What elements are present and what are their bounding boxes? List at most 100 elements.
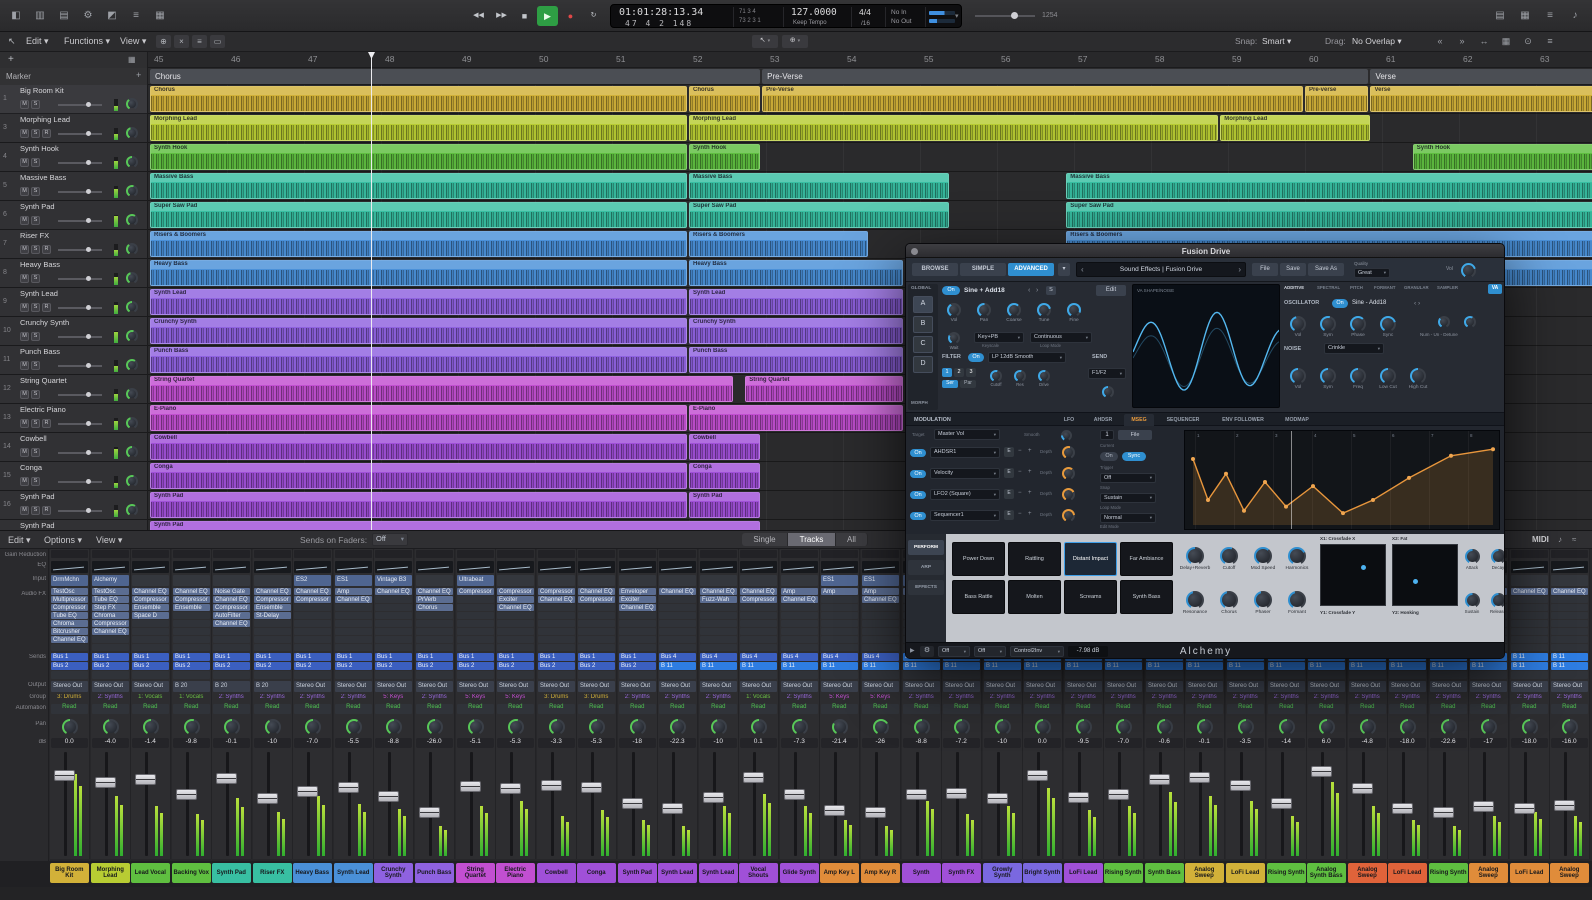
side-tab-effects[interactable]: EFFECTS bbox=[908, 580, 944, 595]
pan-knob[interactable] bbox=[549, 719, 565, 735]
source-on-button[interactable]: On bbox=[942, 286, 960, 295]
send-slot[interactable]: B 11 bbox=[740, 662, 777, 670]
mixer-menu-edit[interactable]: Edit ▾ bbox=[8, 535, 31, 545]
audio-fx-slot[interactable] bbox=[578, 620, 615, 627]
strip-name-19[interactable]: Glide Synth bbox=[780, 863, 819, 883]
send-slot[interactable]: B 11 bbox=[659, 662, 696, 670]
pan-knob[interactable] bbox=[1319, 719, 1335, 735]
smart-controls-icon[interactable]: ◩ bbox=[102, 7, 122, 25]
audio-fx-slot[interactable] bbox=[821, 612, 858, 619]
audio-fx-slot[interactable] bbox=[375, 636, 412, 643]
fader-handle[interactable] bbox=[541, 780, 562, 791]
audio-fx-slot[interactable] bbox=[375, 612, 412, 619]
group-slot[interactable]: 2: Synths bbox=[781, 694, 818, 703]
output-slot[interactable]: Stereo Out bbox=[132, 681, 169, 692]
input-slot[interactable] bbox=[1551, 575, 1588, 586]
noise-knob-freq[interactable] bbox=[1350, 368, 1366, 384]
audio-fx-slot[interactable] bbox=[862, 620, 899, 627]
track-volume-handle[interactable] bbox=[86, 160, 91, 165]
audio-fx-slot[interactable] bbox=[294, 628, 331, 635]
group-slot[interactable]: 2: Synths bbox=[700, 694, 737, 703]
osc-knob-vol[interactable] bbox=[1290, 316, 1306, 332]
fader-handle[interactable] bbox=[257, 793, 278, 804]
track-header-electric-piano-11[interactable]: 13Electric PianoMSR bbox=[0, 404, 148, 433]
group-slot[interactable]: 2: Synths bbox=[903, 694, 940, 703]
pan-knob[interactable] bbox=[1481, 719, 1497, 735]
mod-source-4[interactable]: Sequencer1▾ bbox=[930, 510, 1000, 521]
mod-minus-3[interactable]: − bbox=[1018, 490, 1022, 497]
output-slot[interactable]: Stereo Out bbox=[821, 681, 858, 692]
group-slot[interactable]: 2: Synths bbox=[254, 694, 291, 703]
region-e-piano-0[interactable]: E-Piano bbox=[150, 405, 687, 431]
input-slot[interactable] bbox=[659, 575, 696, 586]
send-slot[interactable]: Bus 2 bbox=[132, 662, 169, 670]
footer-off-1[interactable]: Off▾ bbox=[938, 646, 970, 657]
audio-fx-slot[interactable] bbox=[294, 612, 331, 619]
output-slot[interactable]: Stereo Out bbox=[578, 681, 615, 692]
strip-name-23[interactable]: Synth FX bbox=[942, 863, 981, 883]
filter-type-select[interactable]: LP 12dB Smooth▾ bbox=[988, 352, 1066, 363]
track-pan-knob[interactable] bbox=[126, 214, 138, 226]
group-slot[interactable]: 2: Synths bbox=[335, 694, 372, 703]
audio-fx-slot[interactable] bbox=[578, 628, 615, 635]
send-slot[interactable]: Bus 4 bbox=[700, 653, 737, 661]
track-header-conga-13[interactable]: 15CongaMS bbox=[0, 462, 148, 491]
track-volume-slider[interactable] bbox=[58, 365, 102, 367]
region-e-piano-1[interactable]: E-Piano bbox=[689, 405, 903, 431]
perf-knob-decay[interactable] bbox=[1491, 549, 1506, 564]
fader-handle[interactable] bbox=[865, 807, 886, 818]
input-slot[interactable]: Ultrabeat bbox=[457, 575, 494, 586]
mod-source-2[interactable]: Velocity▾ bbox=[930, 468, 1000, 479]
group-slot[interactable]: 2: Synths bbox=[1511, 694, 1548, 703]
audio-fx-slot[interactable] bbox=[659, 596, 696, 603]
add-track-button[interactable]: + bbox=[8, 54, 14, 66]
track-volume-slider[interactable] bbox=[58, 394, 102, 396]
automation-slot[interactable]: Read bbox=[984, 704, 1021, 714]
audio-fx-slot[interactable]: Channel EQ bbox=[213, 620, 250, 627]
play-button[interactable]: ▶ bbox=[537, 6, 558, 26]
audio-fx-slot[interactable] bbox=[659, 604, 696, 611]
eq-thumbnail[interactable] bbox=[51, 561, 88, 573]
output-slot[interactable]: Stereo Out bbox=[619, 681, 656, 692]
track-volume-slider[interactable] bbox=[58, 336, 102, 338]
audio-fx-slot[interactable] bbox=[497, 644, 534, 651]
keyscale-select[interactable]: Key+PB▾ bbox=[974, 332, 1024, 343]
track-pan-knob[interactable] bbox=[126, 504, 138, 516]
send-slot[interactable]: Bus 1 bbox=[51, 653, 88, 661]
strip-name-20[interactable]: Amp Key L bbox=[820, 863, 859, 883]
audio-fx-slot[interactable]: Compressor bbox=[578, 596, 615, 603]
send-slot[interactable]: Bus 1 bbox=[294, 653, 331, 661]
audio-fx-slot[interactable]: Amp bbox=[781, 588, 818, 595]
audio-fx-slot[interactable]: AutoFilter bbox=[213, 612, 250, 619]
pan-knob[interactable] bbox=[914, 719, 930, 735]
settings-icon[interactable]: ⚙ bbox=[78, 7, 98, 25]
plugin-tab-advanced[interactable]: ADVANCED bbox=[1008, 263, 1054, 276]
mixer-view-single[interactable]: Single bbox=[742, 533, 788, 546]
track-volume-slider[interactable] bbox=[58, 191, 102, 193]
region-massive-bass-1[interactable]: Massive Bass bbox=[689, 173, 949, 199]
audio-fx-slot[interactable] bbox=[335, 636, 372, 643]
fader-handle[interactable] bbox=[906, 789, 927, 800]
track-s-button[interactable]: S bbox=[31, 332, 40, 341]
track-volume-handle[interactable] bbox=[86, 189, 91, 194]
audio-fx-slot[interactable]: St-Delay bbox=[254, 612, 291, 619]
audio-fx-slot[interactable] bbox=[92, 636, 129, 643]
track-s-button[interactable]: S bbox=[31, 187, 40, 196]
send-slot[interactable]: B 11 bbox=[862, 662, 899, 670]
track-m-button[interactable]: M bbox=[20, 303, 29, 312]
audio-fx-slot[interactable] bbox=[821, 620, 858, 627]
audio-fx-slot[interactable] bbox=[51, 644, 88, 651]
menu-edit[interactable]: Edit ▾ bbox=[26, 36, 49, 46]
mod-curve-1[interactable]: E bbox=[1004, 447, 1014, 457]
automation-slot[interactable]: Read bbox=[1146, 704, 1183, 714]
group-slot[interactable]: 2: Synths bbox=[213, 694, 250, 703]
output-slot[interactable]: B 20 bbox=[254, 681, 291, 692]
noise-knob-vol[interactable] bbox=[1290, 368, 1306, 384]
eq-thumbnail[interactable] bbox=[375, 561, 412, 573]
quality-select[interactable]: Great▾ bbox=[1354, 268, 1390, 278]
group-slot[interactable]: 2: Synths bbox=[92, 694, 129, 703]
audio-fx-slot[interactable]: Fuzz-Wah bbox=[700, 596, 737, 603]
audio-fx-slot[interactable] bbox=[213, 636, 250, 643]
strip-name-30[interactable]: LoFi Lead bbox=[1226, 863, 1265, 883]
mod-minus-4[interactable]: − bbox=[1018, 511, 1022, 518]
